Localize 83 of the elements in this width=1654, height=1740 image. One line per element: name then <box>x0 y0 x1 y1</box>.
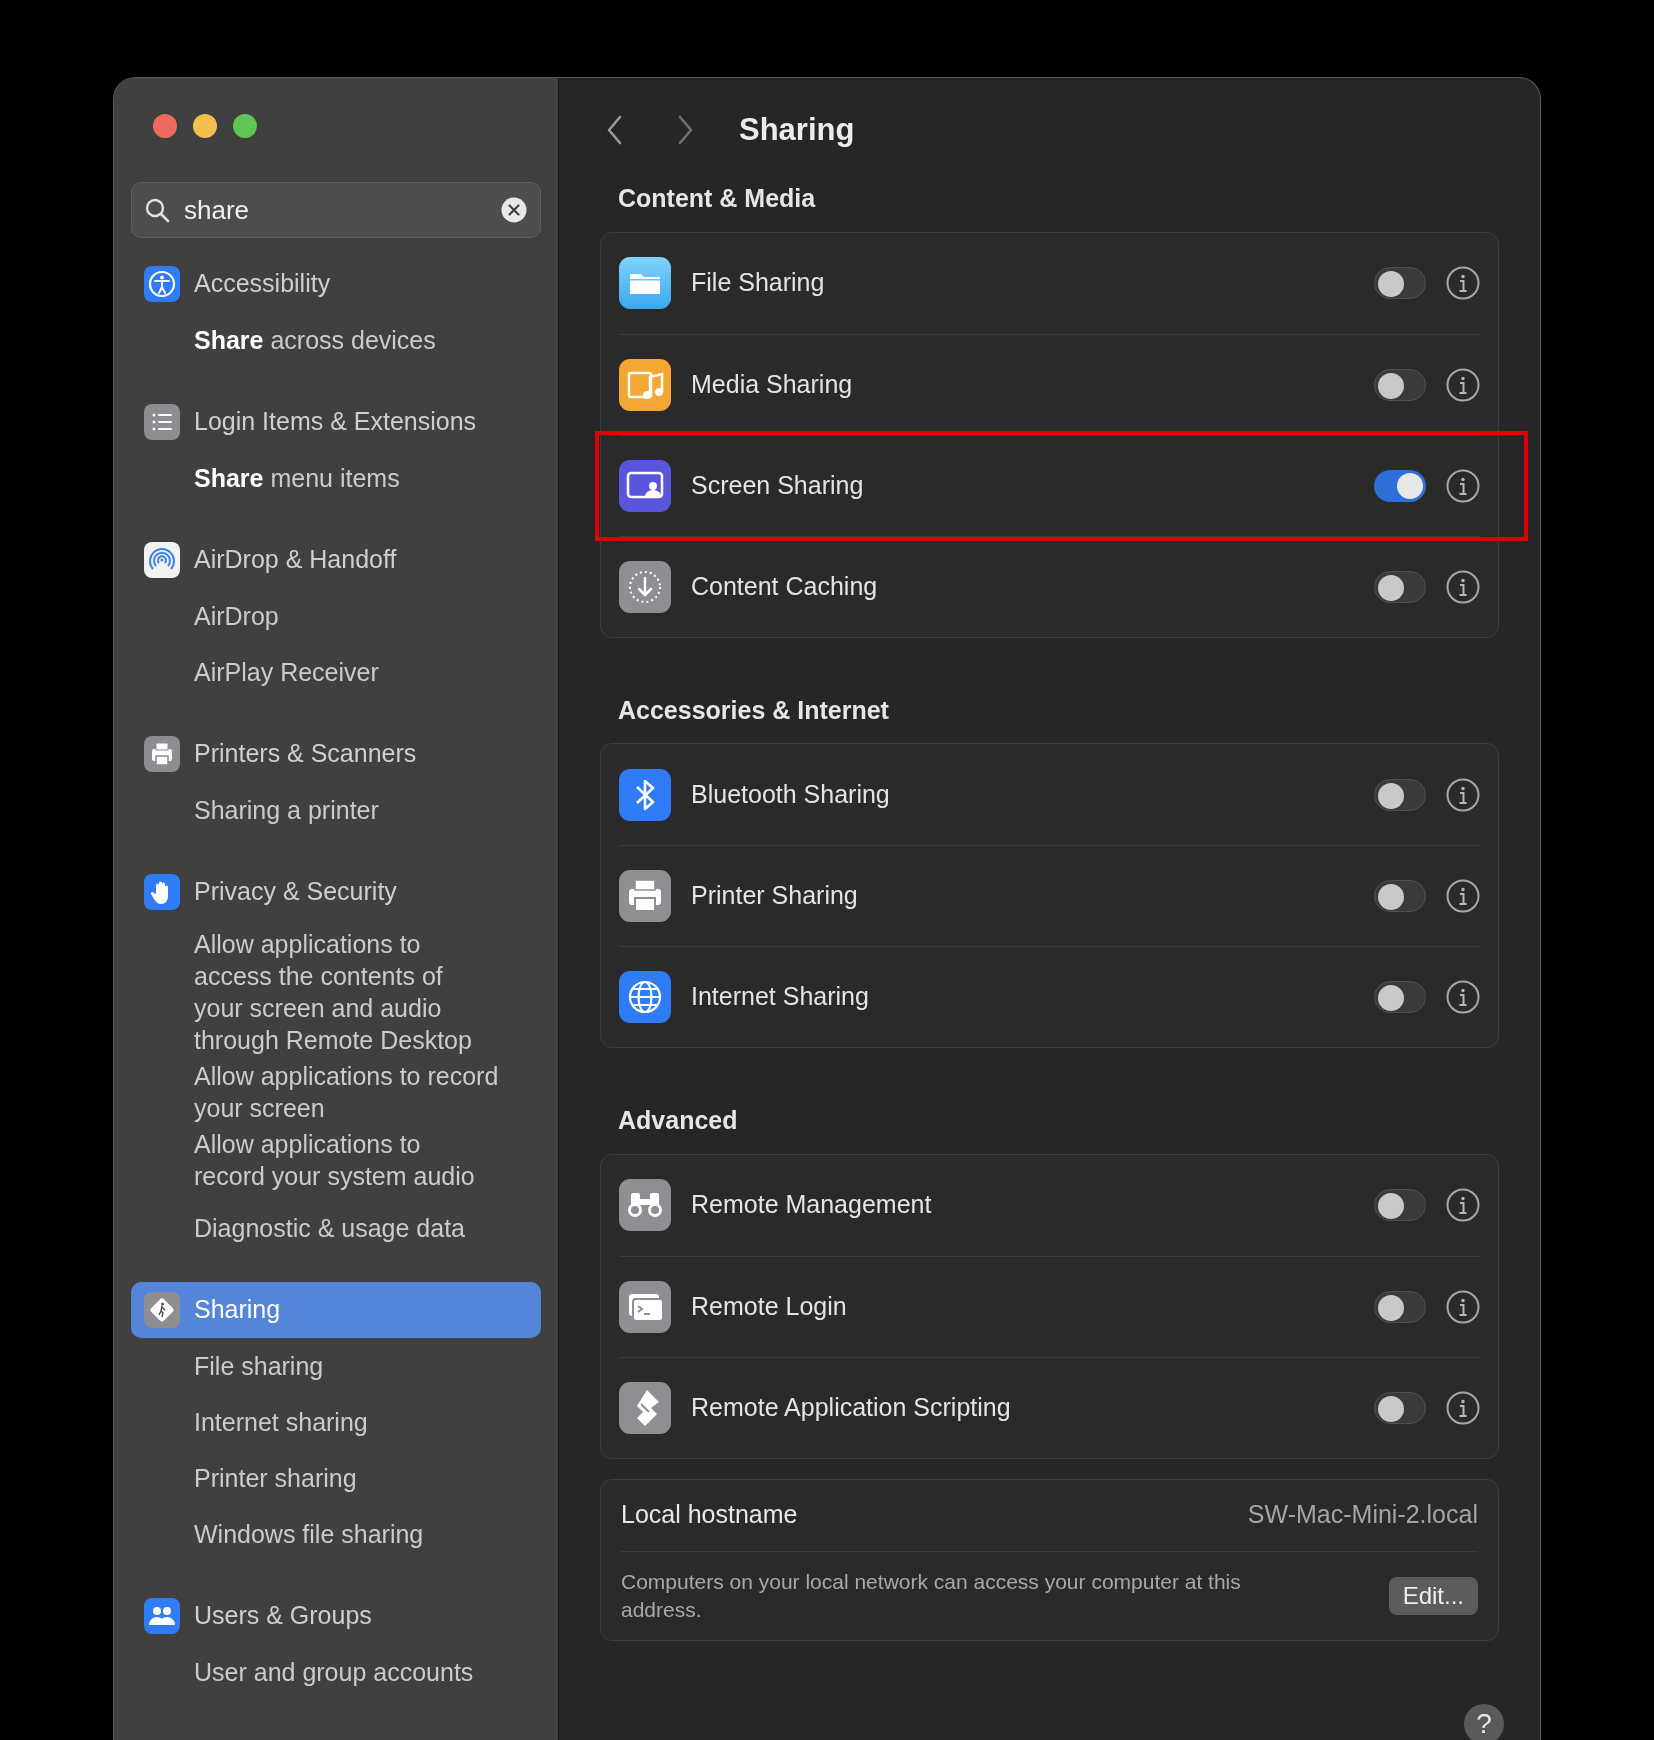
airdrop-icon <box>144 542 180 578</box>
accessibility-icon <box>144 266 180 302</box>
help-button[interactable]: ? <box>1464 1704 1504 1740</box>
section-header: Advanced <box>617 1105 739 1136</box>
hostname-label: Local hostname <box>621 1499 798 1531</box>
info-icon[interactable] <box>1446 367 1480 402</box>
info-icon[interactable] <box>1446 468 1480 503</box>
search-result-link[interactable]: Share menu items <box>194 462 400 494</box>
hostname-description: Computers on your local network can access your computer at this address. <box>621 1568 1242 1623</box>
section-header: Content & Media <box>617 183 817 214</box>
search-result-link[interactable]: Allow applications to access the contents of your screen and audio through Remote Desktop <box>194 928 494 1056</box>
search-result-link[interactable]: Share across devices <box>194 324 436 356</box>
search-result-link[interactable]: User and group accounts <box>194 1656 474 1688</box>
hostname-value: SW-Mac-Mini-2.local <box>1247 1499 1478 1531</box>
search-result-link[interactable]: Allow applications to record your system audio <box>194 1128 494 1192</box>
media-icon <box>619 358 671 411</box>
search-result-link[interactable]: Windows file sharing <box>194 1518 424 1550</box>
setting-label: Remote Management <box>691 1189 932 1221</box>
toggle-switch[interactable] <box>1374 778 1426 811</box>
setting-label: Remote Application Scripting <box>691 1391 1011 1423</box>
clear-icon[interactable] <box>501 197 527 223</box>
sidebar-item[interactable]: Accessibility <box>131 256 541 312</box>
toggle-switch[interactable] <box>1374 1290 1426 1323</box>
folder-icon <box>619 257 671 309</box>
setting-label: Printer Sharing <box>691 880 858 912</box>
section-header: Accessories & Internet <box>617 694 890 726</box>
setting-label: Content Caching <box>691 570 878 602</box>
terminal-icon <box>619 1280 671 1333</box>
setting-label: Screen Sharing <box>691 469 864 501</box>
minimize-button[interactable] <box>193 114 217 138</box>
info-icon[interactable] <box>1446 569 1480 604</box>
search-result-link[interactable]: Printer sharing <box>194 1462 357 1494</box>
toggle-switch[interactable] <box>1374 469 1426 502</box>
sidebar-item[interactable]: Printers & Scanners <box>131 726 541 782</box>
info-icon[interactable] <box>1446 879 1480 913</box>
search-result-link[interactable]: Sharing a printer <box>194 794 379 826</box>
toggle-switch[interactable] <box>1374 368 1426 401</box>
info-icon[interactable] <box>1446 777 1480 812</box>
setting-label: Media Sharing <box>691 368 853 400</box>
hand-icon <box>144 874 180 910</box>
search-result-link[interactable]: AirDrop <box>194 600 279 632</box>
sidebar-item[interactable]: Login Items & Extensions <box>131 394 541 450</box>
edit-button[interactable]: Edit... <box>1388 1576 1478 1615</box>
toggle-switch[interactable] <box>1374 267 1426 299</box>
close-button[interactable] <box>153 114 177 138</box>
toggle-switch[interactable] <box>1374 880 1426 912</box>
info-icon[interactable] <box>1446 1188 1480 1222</box>
page-title: Sharing <box>739 110 855 149</box>
setting-label: File Sharing <box>691 267 825 299</box>
sidebar-item[interactable]: Privacy & Security <box>131 864 541 920</box>
search-result-link[interactable]: Diagnostic & usage data <box>194 1212 465 1244</box>
sidebar-item[interactable]: AirDrop & Handoff <box>131 532 541 588</box>
setting-label: Bluetooth Sharing <box>691 778 890 810</box>
search-result-link[interactable]: Internet sharing <box>194 1406 368 1438</box>
globe-icon <box>619 971 671 1023</box>
users-icon <box>144 1598 180 1634</box>
search-result-link[interactable]: Allow applications to record your screen <box>194 1060 541 1124</box>
search-field[interactable]: share <box>131 182 541 238</box>
list-icon <box>144 404 180 440</box>
info-icon[interactable] <box>1446 1390 1480 1425</box>
info-icon[interactable] <box>1446 266 1480 300</box>
toggle-switch[interactable] <box>1374 1189 1426 1221</box>
search-result-link[interactable]: File sharing <box>194 1350 324 1382</box>
sharing-icon <box>144 1292 180 1328</box>
info-icon[interactable] <box>1446 1289 1480 1324</box>
search-result-link[interactable]: AirPlay Receiver <box>194 656 379 688</box>
info-icon[interactable] <box>1446 980 1480 1014</box>
printer-icon <box>144 736 180 772</box>
toggle-switch[interactable] <box>1374 570 1426 603</box>
download-icon <box>619 560 671 613</box>
sidebar-item[interactable]: Users & Groups <box>131 1588 541 1644</box>
setting-label: Internet Sharing <box>691 981 869 1013</box>
screen-icon <box>619 459 671 512</box>
sidebar-item[interactable]: Sharing <box>131 1282 541 1338</box>
binoculars-icon <box>619 1179 671 1231</box>
zoom-button[interactable] <box>233 114 257 138</box>
search-icon <box>144 197 170 223</box>
printer-icon <box>619 870 671 922</box>
toggle-switch[interactable] <box>1374 981 1426 1013</box>
bluetooth-icon <box>619 768 671 821</box>
setting-label: Remote Login <box>691 1290 847 1322</box>
toggle-switch[interactable] <box>1374 1391 1426 1424</box>
script-icon <box>619 1381 671 1434</box>
